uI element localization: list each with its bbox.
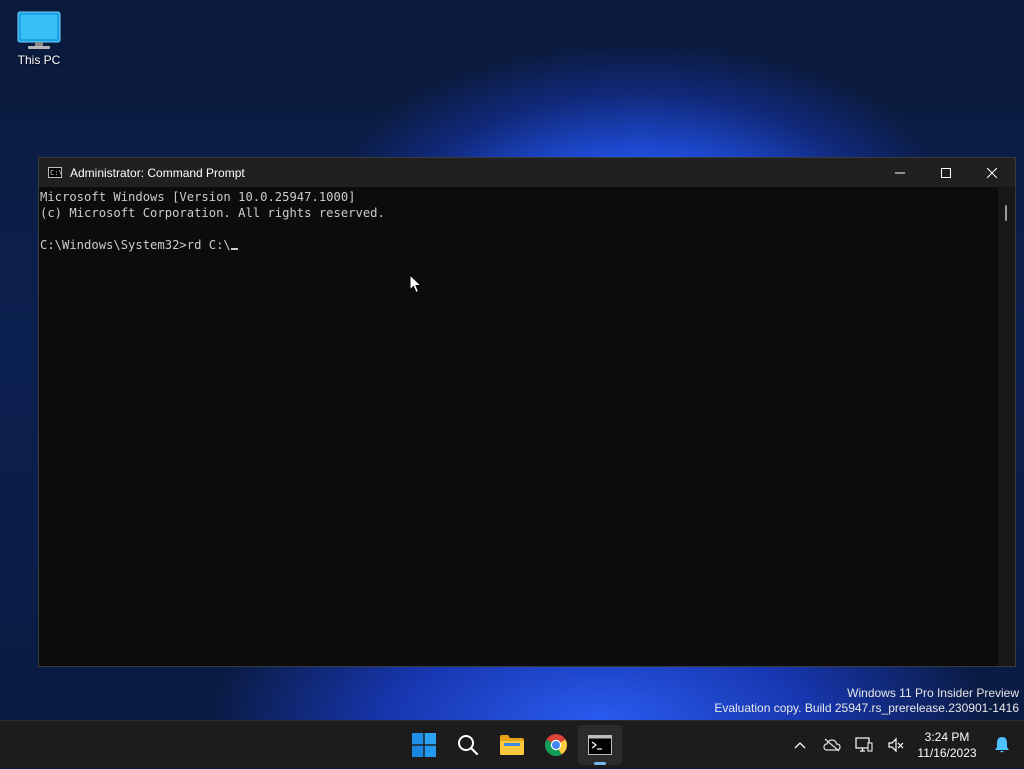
watermark-build: Evaluation copy. Build 25947.rs_prerelea…	[714, 701, 1019, 715]
network-icon	[855, 737, 873, 752]
volume-tray-button[interactable]	[880, 725, 912, 765]
console-line: (c) Microsoft Corporation. All rights re…	[40, 206, 385, 220]
command-prompt-taskbar-button[interactable]	[578, 725, 622, 765]
start-button[interactable]	[402, 725, 446, 765]
maximize-button[interactable]	[923, 158, 969, 187]
cloud-off-icon	[823, 738, 841, 752]
desktop-icon-this-pc[interactable]: This PC	[8, 8, 70, 67]
console-prompt-line: C:\Windows\System32>rd C:\	[40, 237, 998, 253]
console-command: C:\Windows\System32>rd C:\	[40, 238, 231, 252]
maximize-icon	[941, 167, 951, 178]
window-title: Administrator: Command Prompt	[70, 165, 245, 180]
minimize-icon	[895, 172, 905, 173]
clock-date: 11/16/2023	[917, 746, 977, 760]
network-tray-button[interactable]	[848, 725, 880, 765]
close-icon	[987, 167, 997, 178]
taskbar-clock[interactable]: 3:24 PM 11/16/2023	[912, 729, 982, 761]
monitor-icon	[17, 11, 61, 49]
show-hidden-icons-button[interactable]	[784, 725, 816, 765]
watermark-edition: Windows 11 Pro Insider Preview	[847, 686, 1019, 700]
vertical-scrollbar[interactable]	[998, 187, 1015, 666]
windows-logo-icon	[412, 733, 436, 757]
clock-time: 3:24 PM	[924, 730, 970, 744]
system-tray: 3:24 PM 11/16/2023	[784, 721, 1024, 769]
console-line: Microsoft Windows [Version 10.0.25947.10…	[40, 190, 356, 204]
volume-muted-icon	[888, 737, 904, 753]
active-app-indicator	[594, 762, 606, 765]
taskbar-apps	[402, 721, 622, 769]
evaluation-watermark: Windows 11 Pro Insider Preview Evaluatio…	[714, 686, 1019, 716]
onedrive-tray-button[interactable]	[816, 725, 848, 765]
mouse-pointer-icon	[409, 274, 423, 294]
notifications-button[interactable]	[986, 725, 1018, 765]
taskbar: 3:24 PM 11/16/2023	[0, 720, 1024, 768]
chrome-button[interactable]	[534, 725, 578, 765]
file-explorer-button[interactable]	[490, 725, 534, 765]
window-titlebar[interactable]: C:\ Administrator: Command Prompt	[39, 158, 1015, 187]
search-icon	[458, 735, 479, 756]
console-output[interactable]: Microsoft Windows [Version 10.0.25947.10…	[39, 187, 998, 666]
desktop-icon-label: This PC	[17, 53, 61, 67]
minimize-button[interactable]	[877, 158, 923, 187]
command-prompt-window[interactable]: C:\ Administrator: Command Prompt Micros…	[38, 157, 1016, 667]
chrome-icon	[545, 734, 567, 756]
text-cursor	[230, 248, 238, 250]
scrollbar-thumb[interactable]	[1005, 205, 1007, 221]
search-button[interactable]	[446, 725, 490, 765]
folder-icon	[500, 735, 524, 755]
bell-icon	[995, 737, 1009, 753]
chevron-up-icon	[794, 742, 806, 749]
close-button[interactable]	[969, 158, 1015, 187]
terminal-icon: C:\	[48, 167, 62, 178]
terminal-icon	[588, 735, 612, 755]
